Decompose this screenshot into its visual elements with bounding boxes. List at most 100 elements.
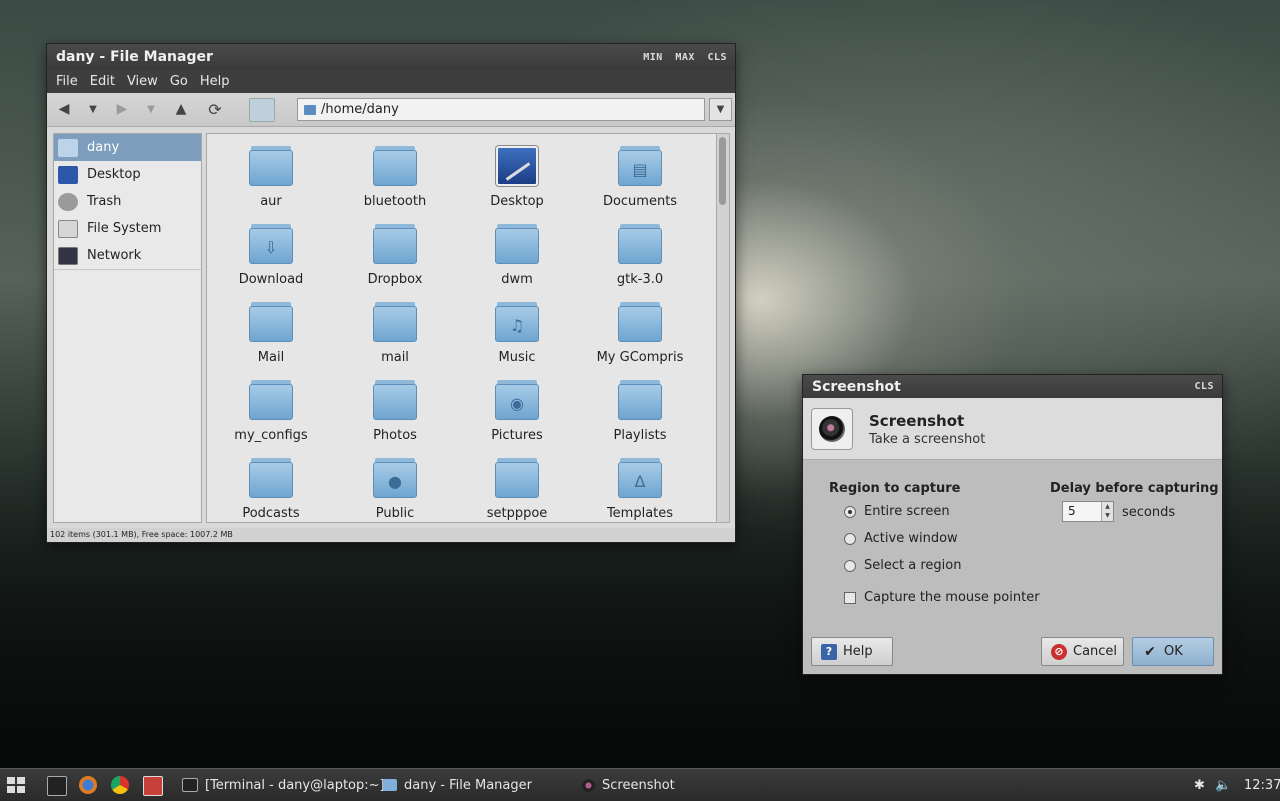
radio-select-region[interactable]: Select a region xyxy=(844,558,961,573)
cancel-button[interactable]: ⊘ Cancel xyxy=(1041,637,1124,666)
file-item[interactable]: dwm xyxy=(462,224,572,287)
menu-help[interactable]: Help xyxy=(194,74,236,89)
toolbar: ◀ ▼ ▶ ▼ ▲ ⟳ /home/dany ▼ xyxy=(47,93,735,127)
file-item[interactable]: mail xyxy=(340,302,450,365)
file-label: mail xyxy=(381,350,409,365)
clock[interactable]: 12:37 xyxy=(1244,769,1280,801)
file-item[interactable]: ● Public xyxy=(340,458,450,521)
fm-titlebar[interactable]: dany - File Manager MIN MAX CLS xyxy=(47,44,735,70)
bluetooth-icon[interactable]: ✱ xyxy=(1194,769,1205,801)
sidebar-item-dany[interactable]: dany xyxy=(54,134,201,161)
location-bar[interactable]: /home/dany xyxy=(297,98,705,121)
checkbox-label: Capture the mouse pointer xyxy=(864,590,1040,605)
folder-icon xyxy=(249,458,293,498)
dialog-titlebar[interactable]: Screenshot CLS xyxy=(803,375,1222,398)
up-arrow-icon[interactable]: ▲ xyxy=(171,99,191,119)
terminal-launcher-icon[interactable] xyxy=(47,776,67,796)
file-label: Download xyxy=(238,272,304,287)
capture-pointer-checkbox[interactable]: Capture the mouse pointer xyxy=(844,590,1040,605)
status-bar: 102 items (301.1 MB), Free space: 1007.2… xyxy=(47,528,735,542)
help-button[interactable]: ? Help xyxy=(811,637,893,666)
file-item[interactable]: Photos xyxy=(340,380,450,443)
dialog-heading: Screenshot xyxy=(869,412,965,430)
task-terminal[interactable]: [Terminal - dany@laptop:~] xyxy=(176,773,391,797)
sidebar-item-trash[interactable]: Trash xyxy=(54,188,201,215)
folder-icon xyxy=(618,224,662,264)
radio-label: Active window xyxy=(864,531,958,546)
file-item[interactable]: Dropbox xyxy=(340,224,450,287)
task-screenshot[interactable]: Screenshot xyxy=(576,773,681,797)
radio-unselected-icon xyxy=(844,532,856,545)
ok-button[interactable]: ✔ OK xyxy=(1132,637,1214,666)
app-menu-icon[interactable] xyxy=(7,777,25,793)
file-item[interactable]: ♫ Music xyxy=(462,302,572,365)
sidebar-item-file-system[interactable]: File System xyxy=(54,215,201,242)
dialog-subheading: Take a screenshot xyxy=(869,432,986,447)
forward-arrow-icon[interactable]: ▶ xyxy=(112,99,132,119)
file-item[interactable]: ▤ Documents xyxy=(585,146,695,209)
menu-go[interactable]: Go xyxy=(164,74,194,89)
radio-entire-screen[interactable]: Entire screen xyxy=(844,504,950,519)
radio-label: Select a region xyxy=(864,558,962,573)
spin-arrows-icon[interactable]: ▲ ▼ xyxy=(1101,502,1113,521)
back-arrow-icon[interactable]: ◀ xyxy=(54,99,74,119)
file-item[interactable]: my_configs xyxy=(216,380,326,443)
menu-view[interactable]: View xyxy=(121,74,164,89)
file-item[interactable]: Δ Templates xyxy=(585,458,695,521)
file-label: bluetooth xyxy=(363,194,427,209)
task-label: Screenshot xyxy=(602,777,675,793)
folder-icon xyxy=(383,779,397,791)
vertical-scrollbar[interactable] xyxy=(716,133,730,523)
radio-active-window[interactable]: Active window xyxy=(844,531,958,546)
file-item[interactable]: ◉ Pictures xyxy=(462,380,572,443)
minimize-button[interactable]: MIN xyxy=(643,52,663,63)
trash-icon xyxy=(58,192,78,211)
network-icon xyxy=(58,246,78,265)
file-item[interactable]: Playlists xyxy=(585,380,695,443)
drive-icon xyxy=(58,219,78,238)
file-item[interactable]: bluetooth xyxy=(340,146,450,209)
file-item[interactable]: aur xyxy=(216,146,326,209)
file-item[interactable]: gtk-3.0 xyxy=(585,224,695,287)
help-icon: ? xyxy=(821,643,837,660)
file-label: Mail xyxy=(257,350,285,365)
file-item[interactable]: My GCompris xyxy=(585,302,695,365)
desktop-icon xyxy=(496,146,538,186)
sidebar-item-network[interactable]: Network xyxy=(54,242,201,269)
file-item[interactable]: Podcasts xyxy=(216,458,326,521)
file-manager-window: dany - File Manager MIN MAX CLS File Edi… xyxy=(47,44,735,542)
maximize-button[interactable]: MAX xyxy=(675,52,695,63)
terminal-icon xyxy=(182,778,198,792)
location-dropdown-icon[interactable]: ▼ xyxy=(709,98,732,121)
file-label: Documents xyxy=(602,194,678,209)
delay-value: 5 xyxy=(1068,504,1076,518)
task-file-manager[interactable]: dany - File Manager xyxy=(377,773,538,797)
screenshot-dialog: Screenshot CLS Screenshot Take a screens… xyxy=(803,375,1222,674)
file-item[interactable]: setpppoe xyxy=(462,458,572,521)
menu-edit[interactable]: Edit xyxy=(84,74,121,89)
chrome-launcher-icon[interactable] xyxy=(111,776,129,794)
volume-icon[interactable]: 🔈 xyxy=(1215,769,1231,801)
places-sidebar: dany Desktop Trash File System Network xyxy=(53,133,202,523)
menu-file[interactable]: File xyxy=(50,74,84,89)
delay-spinbutton[interactable]: 5 ▲ ▼ xyxy=(1062,501,1114,522)
dialog-title: Screenshot xyxy=(812,378,901,395)
firefox-launcher-icon[interactable] xyxy=(79,776,97,794)
file-item[interactable]: ⇩ Download xyxy=(216,224,326,287)
home-button[interactable] xyxy=(249,98,275,122)
reload-icon[interactable]: ⟳ xyxy=(205,99,225,119)
scrollbar-thumb[interactable] xyxy=(719,137,726,205)
file-item[interactable]: Desktop xyxy=(462,146,572,209)
close-button[interactable]: CLS xyxy=(707,52,727,63)
file-item[interactable]: Mail xyxy=(216,302,326,365)
sidebar-item-desktop[interactable]: Desktop xyxy=(54,161,201,188)
pictures-folder-icon: ◉ xyxy=(495,380,539,420)
radio-selected-icon xyxy=(844,505,856,518)
music-folder-icon: ♫ xyxy=(495,302,539,342)
close-button[interactable]: CLS xyxy=(1194,381,1214,392)
forward-history-chevron-icon[interactable]: ▼ xyxy=(141,99,161,119)
file-icon-view[interactable]: aur bluetooth Desktop ▤ Documents ⇩ Down… xyxy=(206,133,717,523)
back-history-chevron-icon[interactable]: ▼ xyxy=(83,99,103,119)
toolbox-launcher-icon[interactable] xyxy=(143,776,163,796)
file-label: Templates xyxy=(606,506,674,521)
